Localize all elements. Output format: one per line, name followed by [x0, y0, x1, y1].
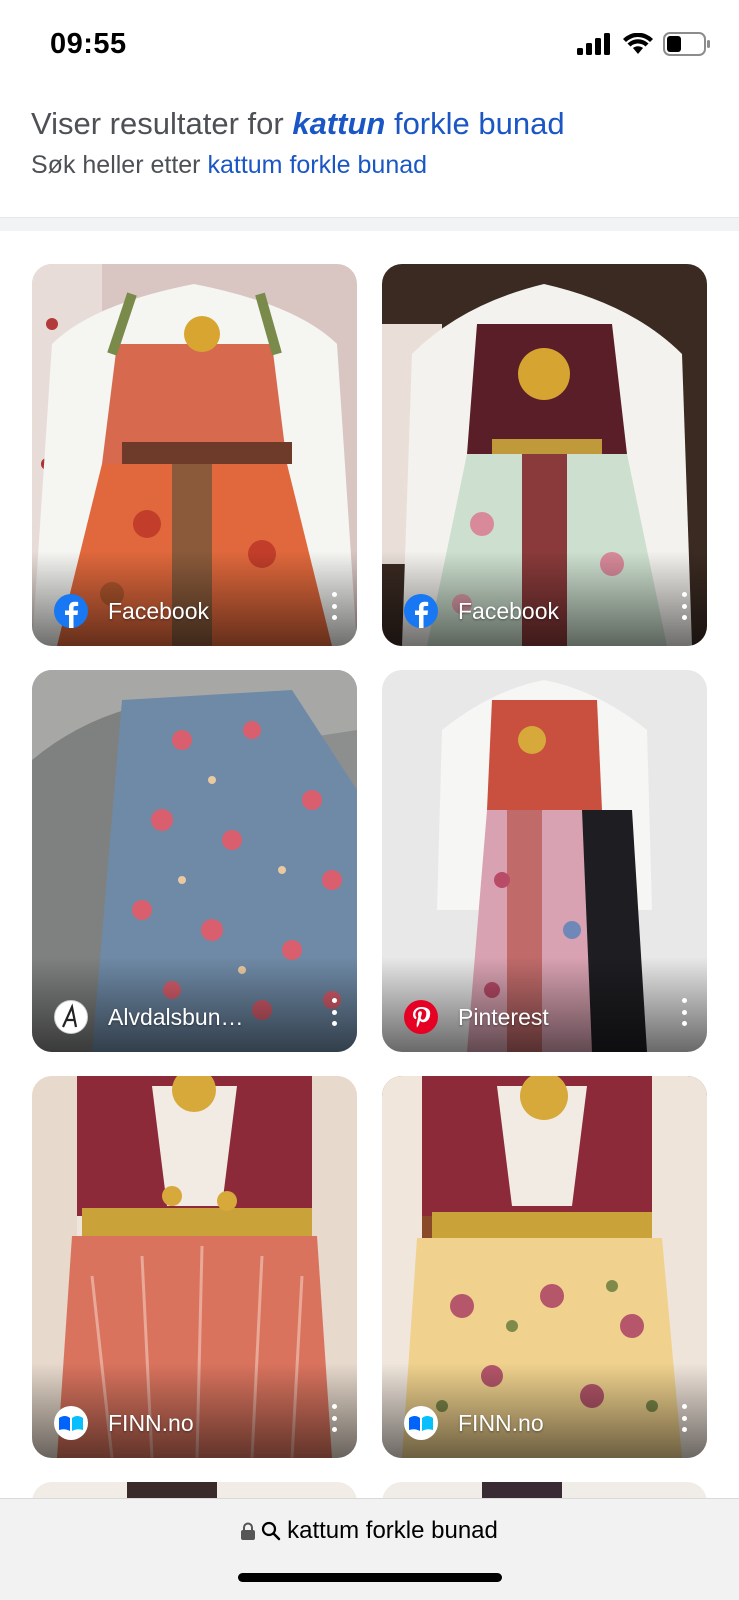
search-instead-for: Søk heller etter kattum forkle bunad — [31, 148, 721, 182]
section-divider — [0, 217, 739, 231]
instead-prefix: Søk heller etter — [31, 151, 201, 179]
image-result-card[interactable]: FINN.no — [32, 1076, 357, 1458]
more-options-icon[interactable] — [677, 1404, 691, 1432]
image-result-card[interactable]: Facebook — [382, 264, 707, 646]
source-label: FINN.no — [108, 1409, 194, 1436]
battery-icon — [663, 32, 710, 56]
result-source: Pinterest — [404, 1000, 549, 1034]
browser-bottom-bar: kattum forkle bunad — [0, 1498, 739, 1600]
finn-icon — [404, 1406, 438, 1440]
corrected-query-link[interactable]: kattun forkle bunad — [292, 106, 564, 141]
pinterest-icon — [404, 1000, 438, 1034]
address-bar[interactable]: kattum forkle bunad — [0, 1517, 739, 1545]
showing-prefix: Viser resultater for — [31, 106, 284, 141]
more-options-icon[interactable] — [327, 1404, 341, 1432]
finn-icon — [54, 1406, 88, 1440]
more-options-icon[interactable] — [327, 998, 341, 1026]
result-source: Alvdalsbun… — [54, 1000, 244, 1034]
status-icons — [577, 32, 711, 56]
result-source: FINN.no — [54, 1406, 194, 1440]
image-result-card[interactable]: Pinterest — [382, 670, 707, 1052]
result-source: FINN.no — [404, 1406, 544, 1440]
corrected-rest: forkle bunad — [393, 106, 565, 141]
status-bar: 09:55 — [0, 0, 739, 92]
source-label: Facebook — [458, 597, 560, 624]
image-result-card[interactable]: Facebook — [32, 264, 357, 646]
spelling-correction: Viser resultater for kattun forkle bunad… — [31, 104, 721, 182]
result-source: Facebook — [404, 594, 559, 628]
cellular-signal-icon — [577, 33, 610, 55]
image-result-card[interactable]: FINN.no — [382, 1076, 707, 1458]
facebook-icon — [54, 594, 88, 628]
more-options-icon[interactable] — [677, 592, 691, 620]
facebook-icon — [404, 594, 438, 628]
search-icon — [261, 1521, 281, 1541]
source-label: Pinterest — [458, 1003, 549, 1030]
status-time: 09:55 — [50, 28, 127, 60]
home-indicator[interactable] — [238, 1573, 502, 1582]
image-result-card[interactable]: Alvdalsbun… — [32, 670, 357, 1052]
wifi-icon — [623, 33, 653, 54]
corrected-word: kattun — [292, 106, 386, 141]
alvdalsbunad-logo-icon — [54, 1000, 88, 1034]
result-source: Facebook — [54, 594, 209, 628]
source-label: Alvdalsbun… — [108, 1003, 244, 1030]
url-text: kattum forkle bunad — [287, 1517, 498, 1544]
more-options-icon[interactable] — [327, 592, 341, 620]
lock-icon — [241, 1522, 256, 1540]
source-label: FINN.no — [458, 1409, 544, 1436]
original-query-link[interactable]: kattum forkle bunad — [207, 151, 427, 179]
more-options-icon[interactable] — [677, 998, 691, 1026]
source-label: Facebook — [108, 597, 210, 624]
showing-results-for: Viser resultater for kattun forkle bunad — [31, 104, 721, 144]
